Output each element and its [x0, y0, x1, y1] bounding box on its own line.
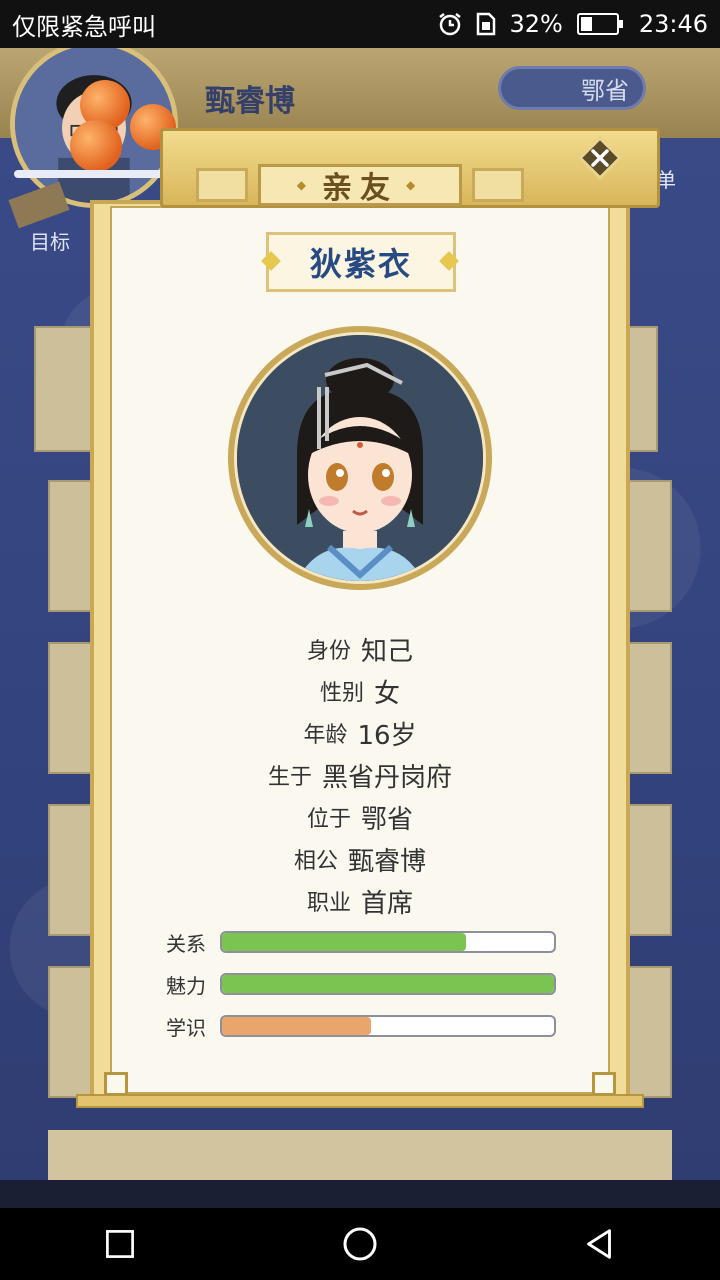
info-label: 位于: [306, 807, 351, 832]
alarm-icon: [437, 11, 463, 37]
clock: 23:46: [638, 10, 708, 38]
square-icon: [106, 1230, 134, 1258]
info-row: 位于 鄂省: [110, 796, 610, 838]
info-row: 年龄 16岁: [110, 712, 610, 754]
no-sim-icon: [473, 11, 499, 37]
dialog-title-text: 亲友: [322, 171, 398, 206]
close-button[interactable]: [576, 134, 624, 182]
triangle-back-icon: [587, 1229, 611, 1259]
home-button[interactable]: [336, 1220, 384, 1268]
stat-bar-fill: [222, 975, 554, 993]
info-label: 年龄: [303, 723, 348, 748]
dimmed-strip: [0, 1180, 720, 1208]
province-label: 鄂省: [581, 76, 629, 105]
info-value: 知己: [361, 636, 414, 667]
stat-bar-fill: [222, 933, 467, 951]
stat-label: 学识: [166, 1015, 206, 1040]
battery-percent: 32%: [509, 10, 563, 38]
person-name: 狄紫衣: [266, 232, 456, 292]
info-label: 生于: [267, 765, 312, 790]
header-ornament-left: [196, 168, 248, 202]
stat-bar: [220, 1015, 556, 1037]
dialog-base: [76, 1094, 644, 1108]
stat-bar: [220, 973, 556, 995]
stat-bar: [220, 931, 556, 953]
header-ornament-right: [472, 168, 524, 202]
person-portrait: [228, 326, 492, 590]
info-label: 职业: [306, 891, 351, 916]
stat-charm: 魅力: [166, 972, 556, 998]
province-button[interactable]: 鄂省: [498, 66, 646, 110]
info-value: 甄睿博: [348, 846, 427, 877]
stat-bar-fill: [222, 1017, 372, 1035]
info-row: 职业 首席: [110, 880, 610, 922]
fruit-icon: [70, 120, 122, 172]
battery-fill: [580, 17, 592, 31]
corner-ornament: [592, 1072, 616, 1096]
info-row: 身份 知己: [110, 628, 610, 670]
navigation-bar: [0, 1208, 720, 1280]
player-name: 甄睿博: [205, 84, 295, 119]
status-bar: 仅限紧急呼叫 32% 23:46: [0, 0, 720, 48]
battery-icon: [576, 13, 623, 35]
status-icons: 32% 23:46: [437, 10, 708, 38]
carrier-text: 仅限紧急呼叫: [12, 12, 156, 41]
info-row: 相公 甄睿博: [110, 838, 610, 880]
corner-ornament: [104, 1072, 128, 1096]
info-value: 鄂省: [361, 804, 414, 835]
stat-label: 关系: [166, 931, 206, 956]
stat-knowledge: 学识: [166, 1014, 556, 1040]
info-value: 首席: [361, 888, 414, 919]
character-illustration: [237, 335, 483, 581]
info-row: 性别女: [110, 670, 610, 712]
goal-label[interactable]: 目标: [30, 226, 70, 255]
back-button[interactable]: [576, 1220, 624, 1268]
info-label: 性别: [319, 681, 364, 706]
close-icon: [578, 136, 622, 180]
circle-icon: [343, 1227, 377, 1261]
stat-relationship: 关系: [166, 930, 556, 956]
skewer-stick: [14, 170, 164, 178]
info-label: 相公: [293, 849, 338, 874]
dialog-title: ◆ 亲友 ◆: [258, 164, 462, 206]
info-value: 16岁: [357, 720, 417, 751]
recent-apps-button[interactable]: [96, 1220, 144, 1268]
info-value: 黑省丹岗府: [322, 762, 453, 793]
info-value: 女: [374, 678, 401, 709]
person-info: 身份 知己 性别女年龄 16岁 生于 黑省丹岗府 位于 鄂省 相公 甄睿博 职业 首席: [110, 628, 610, 922]
info-row: 生于 黑省丹岗府: [110, 754, 610, 796]
info-label: 身份: [306, 639, 351, 664]
stat-label: 魅力: [166, 973, 206, 998]
